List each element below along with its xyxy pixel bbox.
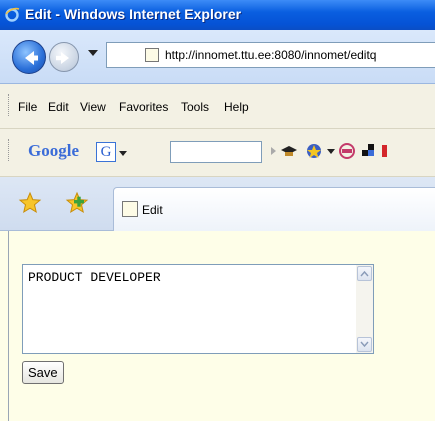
tabs-bar: Edit (0, 177, 435, 231)
menu-favorites[interactable]: Favorites (119, 100, 168, 114)
graduation-cap-icon[interactable] (280, 142, 298, 160)
page-favicon-icon (122, 201, 138, 217)
scroll-down-button[interactable] (357, 337, 372, 352)
tab-edit[interactable]: Edit (113, 187, 435, 231)
recent-pages-dropdown-icon[interactable] (88, 50, 98, 56)
menu-edit[interactable]: Edit (48, 100, 69, 114)
toolbar-grip[interactable] (8, 94, 11, 116)
menu-file[interactable]: File (18, 100, 37, 114)
address-bar[interactable]: http://innomet.ttu.ee:8080/innomet/editq (106, 42, 435, 68)
textarea-value[interactable]: PRODUCT DEVELOPER (28, 270, 161, 285)
google-menu-button[interactable]: G (96, 142, 116, 162)
chevron-down-icon (360, 341, 369, 348)
add-to-favorites-icon[interactable] (65, 191, 89, 215)
forward-button[interactable] (49, 42, 79, 72)
google-search-input[interactable] (170, 141, 262, 163)
orkut-icon[interactable] (338, 142, 356, 160)
google-logo[interactable]: Google (28, 141, 79, 161)
blogger-icon[interactable] (360, 142, 378, 160)
address-url[interactable]: http://innomet.ttu.ee:8080/innomet/editq (165, 48, 376, 62)
textarea-scrollbar[interactable] (356, 265, 373, 353)
bookmark-star-icon[interactable] (305, 142, 323, 160)
toolbar-grip[interactable] (8, 139, 11, 161)
page-favicon-icon (145, 48, 159, 62)
menu-tools[interactable]: Tools (181, 100, 209, 114)
edit-textarea[interactable]: PRODUCT DEVELOPER (22, 264, 374, 354)
google-dropdown-icon[interactable] (119, 151, 127, 156)
back-button[interactable] (12, 40, 46, 74)
content-border (8, 231, 9, 421)
chevron-up-icon (360, 270, 369, 277)
page-content: PRODUCT DEVELOPER Save (0, 231, 435, 421)
tab-label: Edit (142, 203, 163, 217)
menu-help[interactable]: Help (224, 100, 249, 114)
window-title: Edit - Windows Internet Explorer (25, 6, 242, 22)
scroll-up-button[interactable] (357, 266, 372, 281)
menu-bar: File Edit View Favorites Tools Help (0, 84, 435, 129)
favorites-center-star-icon[interactable] (18, 191, 42, 215)
back-arrow-icon (25, 51, 38, 65)
menu-view[interactable]: View (80, 100, 106, 114)
internet-explorer-icon (5, 7, 20, 22)
forward-arrow-icon (56, 52, 69, 64)
navigation-bar: http://innomet.ttu.ee:8080/innomet/editq (0, 30, 435, 84)
red-toolbar-icon[interactable] (380, 142, 398, 160)
window-titlebar[interactable]: Edit - Windows Internet Explorer (0, 0, 435, 30)
save-button[interactable]: Save (22, 361, 64, 384)
google-toolbar: Google G (0, 129, 435, 177)
